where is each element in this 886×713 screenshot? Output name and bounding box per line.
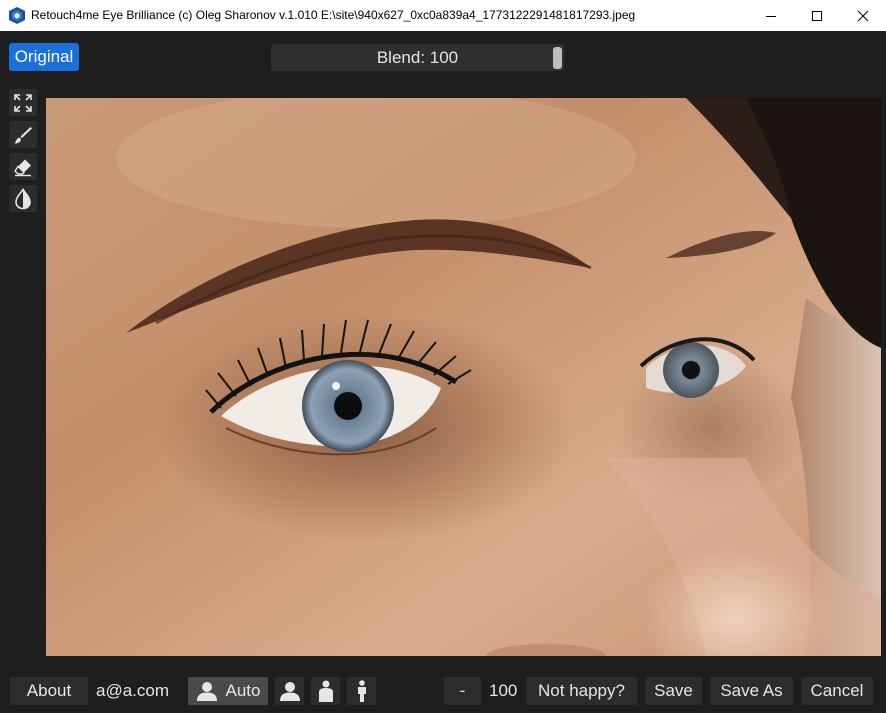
- close-icon: [857, 10, 869, 21]
- minimize-button[interactable]: [748, 0, 794, 31]
- eraser-tool-button[interactable]: [9, 153, 37, 180]
- brush-tool-button[interactable]: [9, 121, 37, 148]
- blend-label: Blend: 100: [376, 47, 459, 67]
- portrait-full-body-icon: [357, 680, 366, 702]
- about-button[interactable]: About: [10, 677, 88, 705]
- save-as-button[interactable]: Save As: [710, 677, 793, 705]
- blend-slider-handle[interactable]: [553, 47, 562, 69]
- photo-canvas[interactable]: [46, 98, 881, 656]
- close-button[interactable]: [840, 0, 886, 31]
- cancel-button[interactable]: Cancel: [801, 677, 873, 705]
- decrease-button[interactable]: -: [444, 677, 481, 705]
- account-email[interactable]: a@a.com: [96, 677, 169, 705]
- auto-mode-label: Auto: [225, 681, 261, 700]
- portrait-head-icon: [279, 682, 300, 701]
- fit-screen-icon: [14, 93, 32, 112]
- eraser-icon: [14, 159, 31, 176]
- brush-icon: [14, 126, 32, 143]
- portrait-photo: [46, 98, 881, 656]
- window-title: Retouch4me Eye Brilliance (c) Oleg Sharo…: [31, 8, 636, 22]
- auto-mode-button[interactable]: Auto: [188, 677, 268, 705]
- minimize-icon: [766, 15, 776, 17]
- auto-person-icon: [196, 682, 217, 701]
- maximize-button[interactable]: [794, 0, 840, 31]
- contrast-icon: [15, 187, 31, 209]
- full-body-mode-button[interactable]: [347, 677, 376, 705]
- contrast-tool-button[interactable]: [9, 185, 37, 212]
- app-logo-icon: [9, 7, 25, 24]
- not-happy-button[interactable]: Not happy?: [526, 677, 637, 705]
- original-button[interactable]: Original: [9, 43, 79, 71]
- maximize-icon: [812, 10, 822, 21]
- fit-screen-button[interactable]: [9, 89, 37, 116]
- title-bar: Retouch4me Eye Brilliance (c) Oleg Sharo…: [0, 0, 886, 31]
- blend-slider[interactable]: Blend: 100: [271, 44, 564, 71]
- half-body-mode-button[interactable]: [311, 677, 340, 705]
- head-mode-button[interactable]: [275, 677, 304, 705]
- portrait-half-body-icon: [318, 680, 333, 702]
- amount-value: 100: [489, 681, 518, 700]
- save-button[interactable]: Save: [645, 677, 702, 705]
